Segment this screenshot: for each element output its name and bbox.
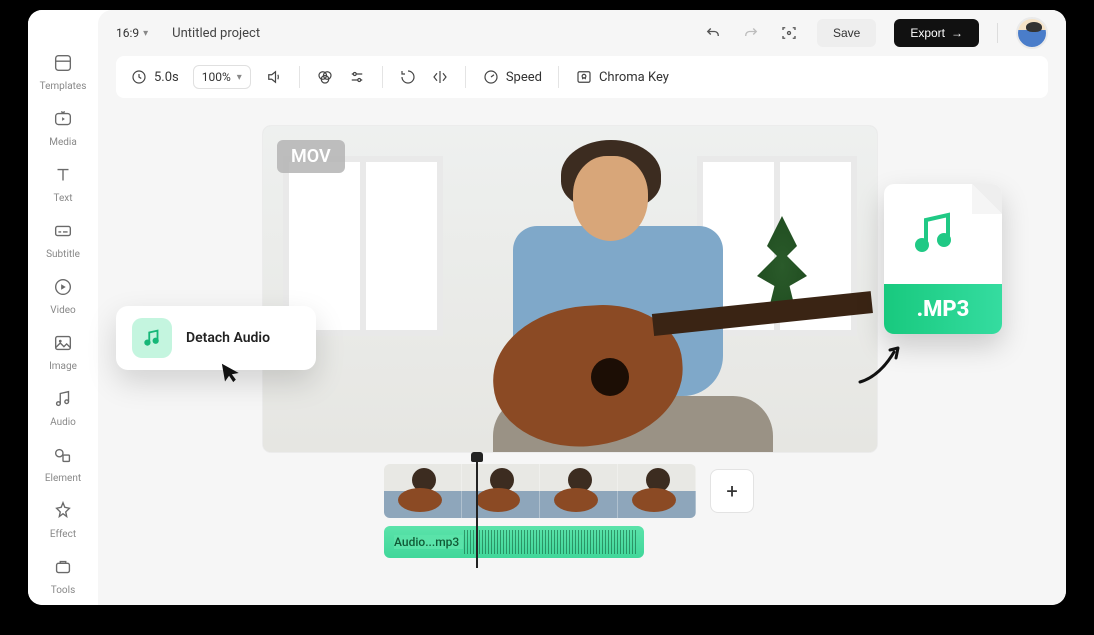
text-icon	[52, 164, 74, 190]
sidebar-item-label: Audio	[50, 417, 76, 428]
music-note-icon	[908, 208, 958, 258]
divider	[465, 66, 466, 88]
timeline-thumb	[540, 464, 618, 518]
sidebar-item-element[interactable]: Element	[33, 440, 93, 486]
element-icon	[52, 444, 74, 470]
flip-button[interactable]	[431, 68, 449, 86]
sidebar-item-label: Subtitle	[46, 249, 80, 260]
mp3-file-illustration: .MP3	[884, 184, 1002, 334]
detach-audio-card[interactable]: Detach Audio	[116, 306, 316, 370]
time-value: 5.0s	[154, 70, 179, 85]
video-track[interactable]	[384, 464, 696, 518]
person-with-guitar	[443, 146, 783, 452]
chevron-down-icon: ▾	[237, 72, 242, 83]
sidebar-item-tools[interactable]: Tools	[33, 552, 93, 598]
export-button[interactable]: Export →	[894, 19, 979, 47]
timeline: +	[384, 464, 754, 518]
sidebar-item-label: Tools	[51, 585, 75, 596]
music-note-icon	[132, 318, 172, 358]
user-avatar[interactable]	[1016, 17, 1048, 49]
zoom-value: 100%	[202, 70, 231, 84]
left-sidebar: Templates Media Text Subtitle Video	[28, 10, 98, 605]
preview-canvas[interactable]: MOV	[263, 126, 877, 452]
zoom-selector[interactable]: 100% ▾	[193, 65, 251, 89]
audio-track[interactable]: Audio...mp3	[384, 526, 644, 558]
sidebar-item-media[interactable]: Media	[33, 104, 93, 150]
project-title[interactable]: Untitled project	[172, 26, 260, 41]
sidebar-item-effect[interactable]: Effect	[33, 496, 93, 542]
format-badge: MOV	[277, 140, 345, 173]
tools-icon	[52, 556, 74, 582]
image-icon	[52, 332, 74, 358]
divider	[997, 23, 998, 43]
sidebar-item-label: Templates	[40, 81, 87, 92]
preview-scene	[263, 126, 877, 452]
media-icon	[52, 108, 74, 134]
waveform-icon	[464, 530, 638, 554]
effect-icon	[52, 500, 74, 526]
sidebar-item-label: Effect	[50, 529, 76, 540]
chroma-label: Chroma Key	[599, 70, 669, 85]
mp3-ext-label: .MP3	[884, 284, 1002, 334]
add-clip-button[interactable]: +	[710, 469, 754, 513]
rotate-button[interactable]	[399, 68, 417, 86]
video-icon	[52, 276, 74, 302]
color-button[interactable]	[316, 68, 334, 86]
sidebar-item-audio[interactable]: Audio	[33, 384, 93, 430]
divider	[558, 66, 559, 88]
export-label: Export	[910, 26, 945, 40]
divider	[382, 66, 383, 88]
chroma-key-button[interactable]: Chroma Key	[575, 68, 669, 86]
redo-button[interactable]	[741, 23, 761, 43]
sidebar-item-label: Video	[50, 305, 75, 316]
sidebar-item-label: Element	[45, 473, 81, 484]
divider	[299, 66, 300, 88]
aspect-ratio-value: 16:9	[116, 26, 139, 40]
timeline-thumb	[462, 464, 540, 518]
detach-audio-label: Detach Audio	[186, 330, 270, 346]
scan-icon[interactable]	[779, 23, 799, 43]
sidebar-item-templates[interactable]: Templates	[33, 48, 93, 94]
templates-icon	[52, 52, 74, 78]
plus-icon: +	[726, 479, 737, 503]
arrow-right-icon: →	[951, 26, 963, 40]
time-display[interactable]: 5.0s	[130, 68, 179, 86]
sidebar-item-label: Media	[49, 137, 77, 148]
sidebar-item-image[interactable]: Image	[33, 328, 93, 374]
adjust-button[interactable]	[348, 68, 366, 86]
volume-button[interactable]	[265, 68, 283, 86]
playhead[interactable]	[476, 458, 478, 568]
timeline-thumb	[618, 464, 696, 518]
arrow-icon	[854, 340, 910, 388]
save-button[interactable]: Save	[817, 19, 876, 47]
sidebar-item-label: Text	[53, 193, 72, 204]
file-fold-icon	[972, 184, 1002, 214]
chevron-down-icon: ▾	[143, 28, 148, 39]
header-bar: 16:9 ▾ Untitled project Save Export →	[98, 10, 1066, 56]
subtitle-icon	[52, 220, 74, 246]
sidebar-item-video[interactable]: Video	[33, 272, 93, 318]
sidebar-item-text[interactable]: Text	[33, 160, 93, 206]
sidebar-item-label: Image	[49, 361, 77, 372]
undo-button[interactable]	[703, 23, 723, 43]
audio-clip-label: Audio...mp3	[394, 535, 463, 549]
timeline-thumb	[384, 464, 462, 518]
speed-button[interactable]: Speed	[482, 68, 542, 86]
speed-label: Speed	[506, 70, 542, 85]
aspect-ratio-selector[interactable]: 16:9 ▾	[116, 26, 148, 40]
sidebar-item-subtitle[interactable]: Subtitle	[33, 216, 93, 262]
audio-icon	[52, 388, 74, 414]
editor-toolbar: 5.0s 100% ▾	[116, 56, 1048, 98]
